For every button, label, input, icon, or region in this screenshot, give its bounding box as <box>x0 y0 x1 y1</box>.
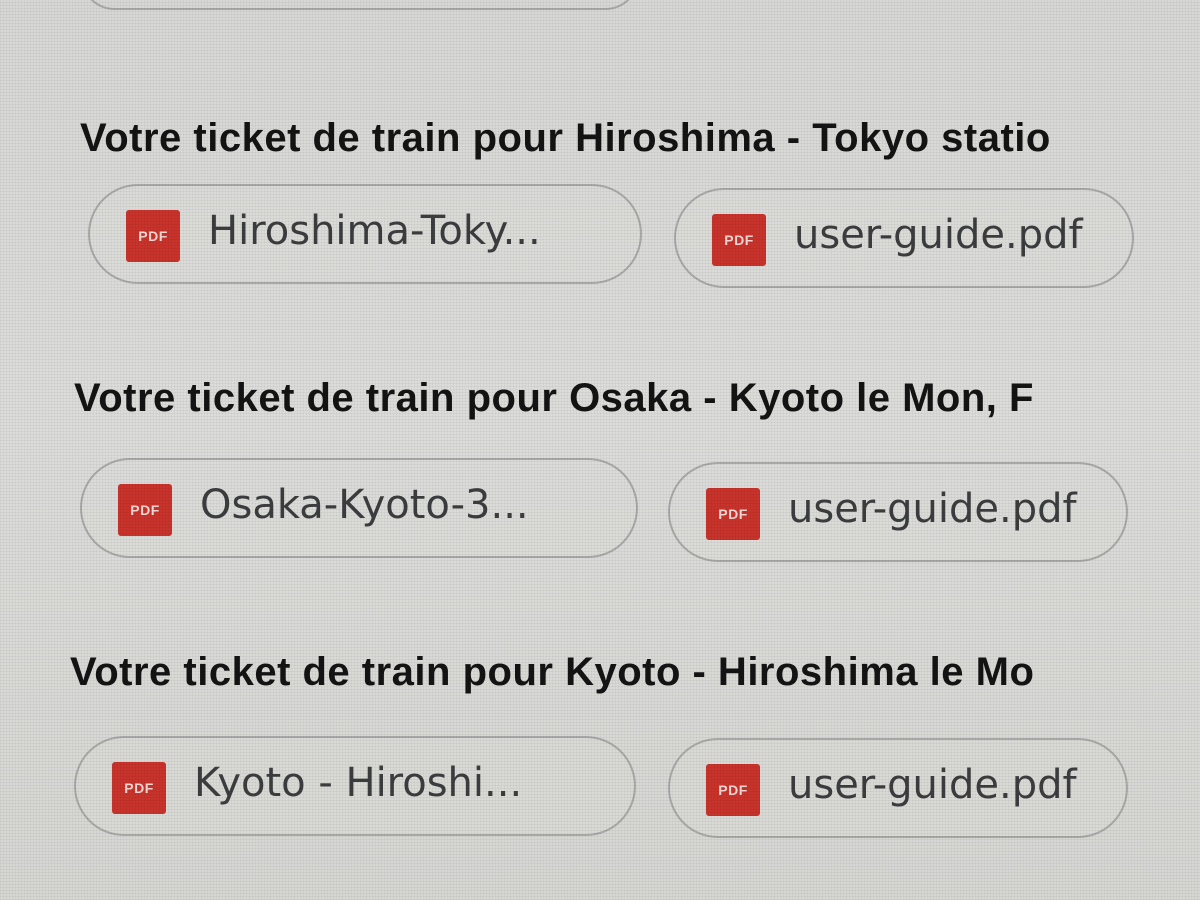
attachment-filename: user-guide.pdf <box>788 762 1077 808</box>
attachment-filename: user-guide.pdf <box>788 486 1077 532</box>
attachment-filename: Hiroshima-Toky... <box>208 208 541 254</box>
attachment-chip[interactable]: PDF Osaka-Kyoto-3... <box>80 458 638 558</box>
pdf-file-icon: PDF <box>112 762 166 814</box>
attachment-filename: Osaka-Kyoto-3... <box>200 482 529 528</box>
pdf-icon-label: PDF <box>130 502 160 518</box>
attachment-chip[interactable]: PDF user-guide.pdf <box>674 188 1134 288</box>
pdf-icon-label: PDF <box>718 506 748 522</box>
pdf-file-icon: PDF <box>118 484 172 536</box>
pdf-icon-label: PDF <box>138 228 168 244</box>
attachment-chip[interactable]: PDF Hiroshima-Toky... <box>88 184 642 284</box>
mail-list-screen: Votre ticket de train pour Hiroshima - T… <box>0 0 1200 900</box>
attachment-chip-partial[interactable] <box>80 0 640 10</box>
email-subject[interactable]: Votre ticket de train pour Kyoto - Hiros… <box>70 650 1034 695</box>
email-subject[interactable]: Votre ticket de train pour Hiroshima - T… <box>80 116 1051 161</box>
pdf-file-icon: PDF <box>706 488 760 540</box>
attachment-filename: Kyoto - Hiroshi... <box>194 760 523 806</box>
attachment-chip[interactable]: PDF user-guide.pdf <box>668 738 1128 838</box>
pdf-icon-label: PDF <box>124 780 154 796</box>
pdf-icon-label: PDF <box>718 782 748 798</box>
pdf-icon-label: PDF <box>724 232 754 248</box>
pdf-file-icon: PDF <box>712 214 766 266</box>
attachment-filename: user-guide.pdf <box>794 212 1083 258</box>
email-subject[interactable]: Votre ticket de train pour Osaka - Kyoto… <box>74 376 1034 421</box>
pdf-file-icon: PDF <box>706 764 760 816</box>
attachment-chip[interactable]: PDF user-guide.pdf <box>668 462 1128 562</box>
attachment-chip[interactable]: PDF Kyoto - Hiroshi... <box>74 736 636 836</box>
pdf-file-icon: PDF <box>126 210 180 262</box>
